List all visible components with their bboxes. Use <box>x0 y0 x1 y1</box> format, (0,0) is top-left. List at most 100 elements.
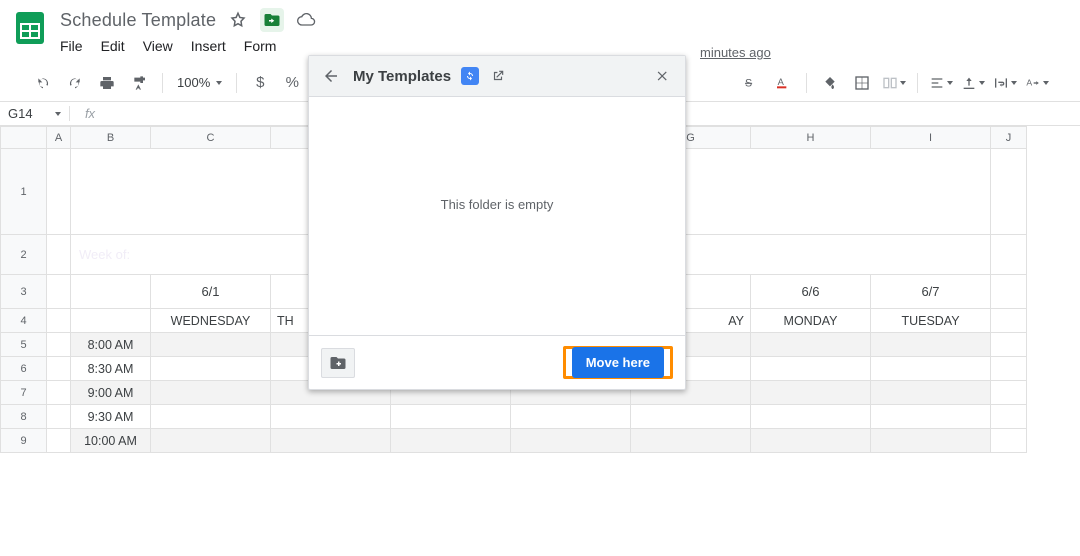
row-header[interactable]: 7 <box>1 381 47 405</box>
time-cell[interactable]: 10:00 AM <box>71 429 151 453</box>
cell[interactable] <box>991 357 1027 381</box>
menu-view[interactable]: View <box>143 38 173 54</box>
new-folder-button[interactable] <box>321 348 355 378</box>
cell[interactable] <box>271 405 391 429</box>
row-header[interactable]: 1 <box>1 149 47 235</box>
cell[interactable] <box>751 429 871 453</box>
fill-color-icon[interactable] <box>817 70 843 96</box>
star-icon[interactable] <box>226 8 250 32</box>
col-header[interactable]: H <box>751 127 871 149</box>
day-name[interactable]: MONDAY <box>751 309 871 333</box>
doc-title[interactable]: Schedule Template <box>60 10 216 31</box>
strikethrough-icon[interactable]: S <box>738 70 764 96</box>
sheets-logo[interactable] <box>10 8 50 48</box>
menu-edit[interactable]: Edit <box>101 38 125 54</box>
currency-button[interactable]: $ <box>247 70 273 96</box>
cell[interactable] <box>511 429 631 453</box>
time-cell[interactable]: 9:00 AM <box>71 381 151 405</box>
time-cell[interactable]: 9:30 AM <box>71 405 151 429</box>
cell[interactable] <box>47 333 71 357</box>
back-icon[interactable] <box>319 64 343 88</box>
cell[interactable] <box>871 381 991 405</box>
cell[interactable] <box>991 405 1027 429</box>
text-rotation-icon[interactable]: A <box>1024 70 1050 96</box>
last-edit-link[interactable]: minutes ago <box>700 45 771 60</box>
cell[interactable] <box>991 381 1027 405</box>
cell[interactable] <box>751 333 871 357</box>
name-box[interactable]: G14 <box>0 106 70 121</box>
cell[interactable] <box>47 429 71 453</box>
cell[interactable] <box>991 333 1027 357</box>
cell[interactable] <box>991 149 1027 235</box>
cell[interactable] <box>47 309 71 333</box>
text-wrap-icon[interactable] <box>992 70 1018 96</box>
text-color-icon[interactable]: A <box>770 70 796 96</box>
borders-icon[interactable] <box>849 70 875 96</box>
cell[interactable] <box>47 381 71 405</box>
select-all-corner[interactable] <box>1 127 47 149</box>
cell[interactable] <box>47 357 71 381</box>
col-header[interactable]: I <box>871 127 991 149</box>
day-date[interactable]: 6/1 <box>151 275 271 309</box>
row-header[interactable]: 8 <box>1 405 47 429</box>
redo-icon[interactable] <box>62 70 88 96</box>
cell[interactable] <box>151 333 271 357</box>
menu-file[interactable]: File <box>60 38 83 54</box>
cell[interactable] <box>871 357 991 381</box>
day-name[interactable]: TUESDAY <box>871 309 991 333</box>
cell[interactable] <box>631 405 751 429</box>
cell[interactable] <box>871 429 991 453</box>
col-header[interactable]: B <box>71 127 151 149</box>
zoom-select[interactable]: 100% <box>173 75 226 90</box>
cell[interactable] <box>71 309 151 333</box>
vertical-align-icon[interactable] <box>960 70 986 96</box>
cell[interactable] <box>751 357 871 381</box>
cell[interactable] <box>47 405 71 429</box>
move-icon[interactable] <box>260 8 284 32</box>
cell[interactable] <box>151 381 271 405</box>
paint-format-icon[interactable] <box>126 70 152 96</box>
menu-insert[interactable]: Insert <box>191 38 226 54</box>
cell[interactable] <box>871 405 991 429</box>
menu-format[interactable]: Form <box>244 38 277 54</box>
cell[interactable] <box>991 275 1027 309</box>
cell[interactable] <box>47 235 71 275</box>
row-header[interactable]: 6 <box>1 357 47 381</box>
cell[interactable] <box>751 405 871 429</box>
cell[interactable] <box>991 309 1027 333</box>
row-header[interactable]: 3 <box>1 275 47 309</box>
merge-cells-icon[interactable] <box>881 70 907 96</box>
cell[interactable] <box>47 149 71 235</box>
print-icon[interactable] <box>94 70 120 96</box>
cell[interactable] <box>391 405 511 429</box>
time-cell[interactable]: 8:00 AM <box>71 333 151 357</box>
horizontal-align-icon[interactable] <box>928 70 954 96</box>
cell[interactable] <box>151 429 271 453</box>
day-date[interactable]: 6/6 <box>751 275 871 309</box>
cloud-status-icon[interactable] <box>294 8 318 32</box>
col-header[interactable]: J <box>991 127 1027 149</box>
cell[interactable] <box>47 275 71 309</box>
cell[interactable] <box>991 429 1027 453</box>
percent-button[interactable]: % <box>279 70 305 96</box>
day-date[interactable]: 6/7 <box>871 275 991 309</box>
col-header[interactable]: C <box>151 127 271 149</box>
cell[interactable] <box>871 333 991 357</box>
move-here-button[interactable]: Move here <box>572 347 664 378</box>
cell[interactable] <box>511 405 631 429</box>
close-icon[interactable] <box>651 64 675 88</box>
col-header[interactable]: A <box>47 127 71 149</box>
undo-icon[interactable] <box>30 70 56 96</box>
cell[interactable] <box>71 275 151 309</box>
time-cell[interactable]: 8:30 AM <box>71 357 151 381</box>
row-header[interactable]: 2 <box>1 235 47 275</box>
cell[interactable] <box>631 429 751 453</box>
open-in-new-icon[interactable] <box>489 67 507 85</box>
cell[interactable] <box>391 429 511 453</box>
cell[interactable] <box>271 429 391 453</box>
cell[interactable] <box>751 381 871 405</box>
cell[interactable] <box>991 235 1027 275</box>
row-header[interactable]: 5 <box>1 333 47 357</box>
day-name[interactable]: WEDNESDAY <box>151 309 271 333</box>
cell[interactable] <box>151 405 271 429</box>
